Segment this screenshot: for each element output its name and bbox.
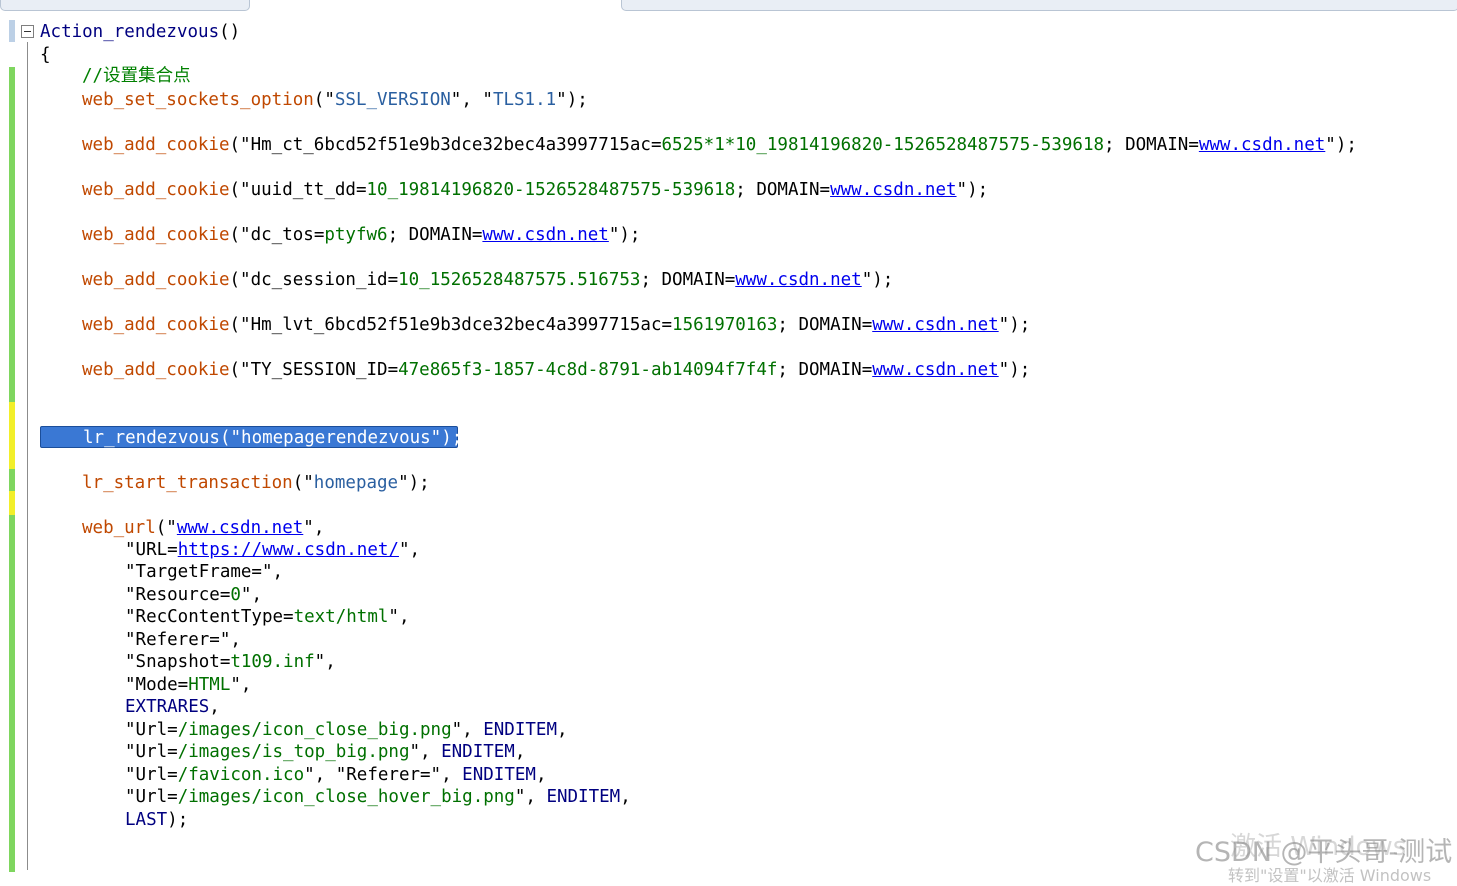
code-line: web_add_cookie("uuid_tt_dd=10_1981419682… [82,180,989,200]
code-line: web_url("www.csdn.net", [82,518,325,538]
editor-gutter [0,12,40,879]
code-line: "URL=https://www.csdn.net/", [125,540,421,560]
code-line: "Url=/images/is_top_big.png", ENDITEM, [125,742,526,762]
fold-collapse-icon[interactable] [21,25,34,38]
editor-tab[interactable] [0,0,250,11]
code-line: "Snapshot=t109.inf", [125,652,336,672]
activation-watermark: 转到"设置"以激活 Windows [1228,866,1432,885]
link[interactable]: www.csdn.net [830,180,956,200]
change-marker-saved [9,67,15,402]
code-line: "Url=/images/icon_close_big.png", ENDITE… [125,720,568,740]
code-line: "TargetFrame=", [125,562,284,582]
change-marker-unsaved [9,491,15,515]
change-marker-unsaved [9,402,15,469]
code-line: "Resource=0", [125,585,262,605]
code-line: lr_start_transaction("homepage"); [82,473,430,493]
editor-tab-strip [0,0,1457,12]
code-line: LAST); [125,810,189,830]
code-line: web_set_sockets_option("SSL_VERSION", "T… [82,90,588,110]
code-line: "Mode=HTML", [125,675,252,695]
change-marker [9,20,15,42]
link[interactable]: https://www.csdn.net/ [178,540,399,560]
code-line: web_add_cookie("Hm_ct_6bcd52f51e9b3dce32… [82,135,1357,155]
link[interactable]: www.csdn.net [177,518,303,538]
editor-tab[interactable] [621,0,1457,11]
code-line: "Url=/images/icon_close_hover_big.png", … [125,787,631,807]
code-line: web_add_cookie("dc_tos=ptyfw6; DOMAIN=ww… [82,225,641,245]
link[interactable]: www.csdn.net [1199,135,1325,155]
code-line: web_add_cookie("Hm_lvt_6bcd52f51e9b3dce3… [82,315,1031,335]
link[interactable]: www.csdn.net [872,315,998,335]
code-comment: //设置集合点 [82,66,191,86]
code-line: "Referer=", [125,630,241,650]
code-line: "RecContentType=text/html", [125,607,410,627]
link[interactable]: www.csdn.net [872,360,998,380]
change-marker-saved [9,515,15,872]
code-line: web_add_cookie("TY_SESSION_ID=47e865f3-1… [82,360,1031,380]
link[interactable]: www.csdn.net [735,270,861,290]
code-line: "Url=/favicon.ico", "Referer=", ENDITEM, [125,765,547,785]
change-marker-saved [9,469,15,491]
code-line: Action_rendezvous() [40,22,241,42]
fold-guide-line [27,42,28,870]
code-line: web_add_cookie("dc_session_id=10_1526528… [82,270,894,290]
link[interactable]: www.csdn.net [482,225,608,245]
selected-code-line[interactable]: lr_rendezvous("homepagerendezvous"); [40,426,462,448]
code-line: { [40,45,51,65]
activation-overlay: 激活 Windows [1230,832,1407,862]
code-line: EXTRARES, [125,697,220,717]
